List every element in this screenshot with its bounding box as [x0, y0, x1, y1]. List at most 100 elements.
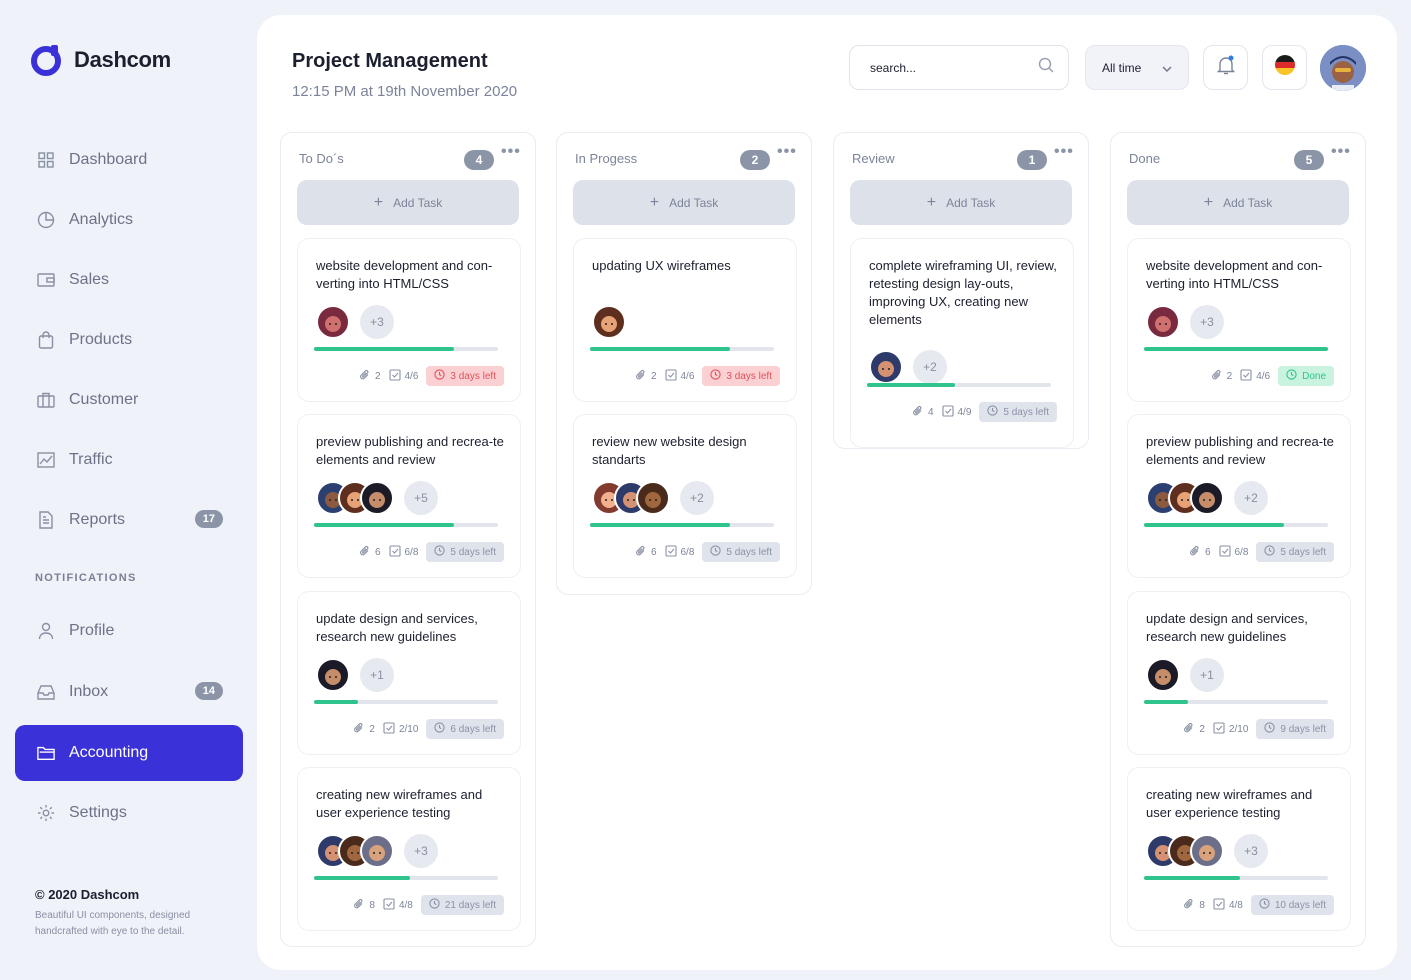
checklist-count: 4/6: [1256, 370, 1271, 382]
task-card[interactable]: complete wireframing UI, review, retesti…: [850, 238, 1074, 448]
task-card[interactable]: preview publishing and recrea-te element…: [1127, 414, 1351, 578]
sidebar-item-products[interactable]: Products: [15, 312, 243, 368]
due-text: 6 days left: [450, 723, 496, 735]
sidebar-item-sales[interactable]: Sales: [15, 252, 243, 308]
assignee-avatars: +3: [1146, 834, 1268, 868]
sidebar-item-traffic[interactable]: Traffic: [15, 432, 243, 488]
logo-icon: [30, 44, 62, 76]
more-assignees-count[interactable]: +2: [1234, 481, 1268, 515]
sidebar-item-profile[interactable]: Profile: [15, 603, 243, 659]
column-3: Done 5 ••• + Add Task website development and…: [1110, 132, 1366, 947]
more-assignees-count[interactable]: +5: [404, 481, 438, 515]
checklist: 6/8: [1218, 544, 1248, 560]
more-options-icon[interactable]: •••: [501, 143, 521, 161]
progress-bar: [1144, 347, 1328, 351]
search-box[interactable]: [849, 45, 1069, 90]
more-assignees-count[interactable]: +3: [1234, 834, 1268, 868]
task-title: creating new wireframes and user experie…: [316, 787, 483, 820]
sidebar-item-dashboard[interactable]: Dashboard: [15, 132, 243, 188]
notifications-button[interactable]: [1203, 45, 1248, 90]
checkbox-icon: [1218, 544, 1231, 560]
task-meta: 6 6/8 5 days left: [359, 542, 504, 562]
column-title: In Progess: [575, 151, 638, 166]
more-assignees-count[interactable]: +3: [404, 834, 438, 868]
avatar[interactable]: [1190, 834, 1224, 868]
sidebar-item-label: Reports: [69, 511, 126, 528]
sidebar-item-analytics[interactable]: Analytics: [15, 192, 243, 248]
clock-icon: [987, 405, 999, 419]
search-icon[interactable]: [1038, 57, 1054, 78]
task-card[interactable]: website development and con-verting into…: [1127, 238, 1351, 402]
task-card[interactable]: updating UX wireframes 2 4/6 3 days left: [573, 238, 797, 402]
time-filter-dropdown[interactable]: All time: [1085, 45, 1189, 90]
column-count-badge: 1: [1017, 150, 1047, 170]
sidebar-item-reports[interactable]: Reports 17: [15, 492, 243, 548]
avatar[interactable]: [636, 481, 670, 515]
more-options-icon[interactable]: •••: [1331, 143, 1351, 161]
search-input[interactable]: [870, 60, 1020, 75]
task-card[interactable]: update design and services, research new…: [1127, 591, 1351, 755]
due-text: 3 days left: [726, 370, 772, 382]
due-badge: 3 days left: [426, 366, 504, 386]
avatar[interactable]: [869, 350, 903, 384]
more-options-icon[interactable]: •••: [777, 143, 797, 161]
avatar[interactable]: [360, 834, 394, 868]
more-options-icon[interactable]: •••: [1054, 143, 1074, 161]
user-avatar[interactable]: [1320, 45, 1366, 91]
more-assignees-count[interactable]: +1: [1190, 658, 1224, 692]
more-assignees-count[interactable]: +1: [360, 658, 394, 692]
task-card[interactable]: review new website design standarts +2 6 6/…: [573, 414, 797, 578]
avatar[interactable]: [1190, 481, 1224, 515]
language-button[interactable]: [1262, 45, 1307, 90]
add-task-label: Add Task: [946, 195, 996, 210]
task-meta: 2 2/10 6 days left: [353, 719, 504, 739]
more-assignees-count[interactable]: +3: [1190, 305, 1224, 339]
progress-fill: [1144, 523, 1284, 527]
checklist: 4/6: [388, 368, 418, 384]
more-assignees-count[interactable]: +3: [360, 305, 394, 339]
task-card[interactable]: creating new wireframes and user experie…: [297, 767, 521, 931]
attachments: 2: [635, 369, 657, 384]
avatar[interactable]: [1146, 305, 1180, 339]
column-1: In Progess 2 ••• + Add Task updating UX wiref…: [556, 132, 812, 595]
attachments-count: 2: [374, 370, 381, 382]
task-card[interactable]: preview publishing and recrea-te element…: [297, 414, 521, 578]
sidebar-item-inbox[interactable]: Inbox 14: [15, 664, 243, 720]
avatar[interactable]: [1146, 658, 1180, 692]
brand-logo[interactable]: Dashcom: [30, 44, 171, 76]
sidebar-item-customer[interactable]: Customer: [15, 372, 243, 428]
add-task-label: Add Task: [1223, 195, 1273, 210]
avatar[interactable]: [360, 481, 394, 515]
sidebar-item-label: Inbox: [69, 683, 109, 700]
due-text: 5 days left: [450, 546, 496, 558]
checkbox-icon: [388, 368, 401, 384]
task-title: creating new wireframes and user experie…: [1146, 787, 1313, 820]
task-card[interactable]: creating new wireframes and user experie…: [1127, 767, 1351, 931]
due-badge: 5 days left: [702, 542, 780, 562]
task-card[interactable]: website development and con-verting into…: [297, 238, 521, 402]
add-task-button[interactable]: + Add Task: [297, 180, 519, 225]
progress-bar: [590, 523, 774, 527]
task-card[interactable]: update design and services, research new…: [297, 591, 521, 755]
sidebar-item-accounting[interactable]: Accounting: [15, 725, 243, 781]
add-task-button[interactable]: + Add Task: [1127, 180, 1349, 225]
avatar[interactable]: [316, 658, 350, 692]
more-assignees-count[interactable]: +2: [913, 350, 947, 384]
column-0: To Do´s 4 ••• + Add Task website development …: [280, 132, 536, 947]
sidebar-item-settings[interactable]: Settings: [15, 785, 243, 841]
reports-badge: 17: [194, 510, 223, 528]
add-task-label: Add Task: [393, 195, 443, 210]
paperclip-icon: [353, 722, 365, 737]
inbox-badge: 14: [194, 682, 223, 700]
progress-bar: [314, 347, 498, 351]
attachments: 6: [635, 545, 657, 560]
clock-icon: [1264, 722, 1276, 736]
add-task-button[interactable]: + Add Task: [850, 180, 1072, 225]
brand-name: Dashcom: [74, 47, 171, 72]
avatar[interactable]: [316, 305, 350, 339]
add-task-button[interactable]: + Add Task: [573, 180, 795, 225]
more-assignees-count[interactable]: +2: [680, 481, 714, 515]
avatar[interactable]: [592, 305, 626, 339]
task-title: update design and services, research new…: [1146, 611, 1308, 644]
due-text: 21 days left: [444, 899, 496, 911]
